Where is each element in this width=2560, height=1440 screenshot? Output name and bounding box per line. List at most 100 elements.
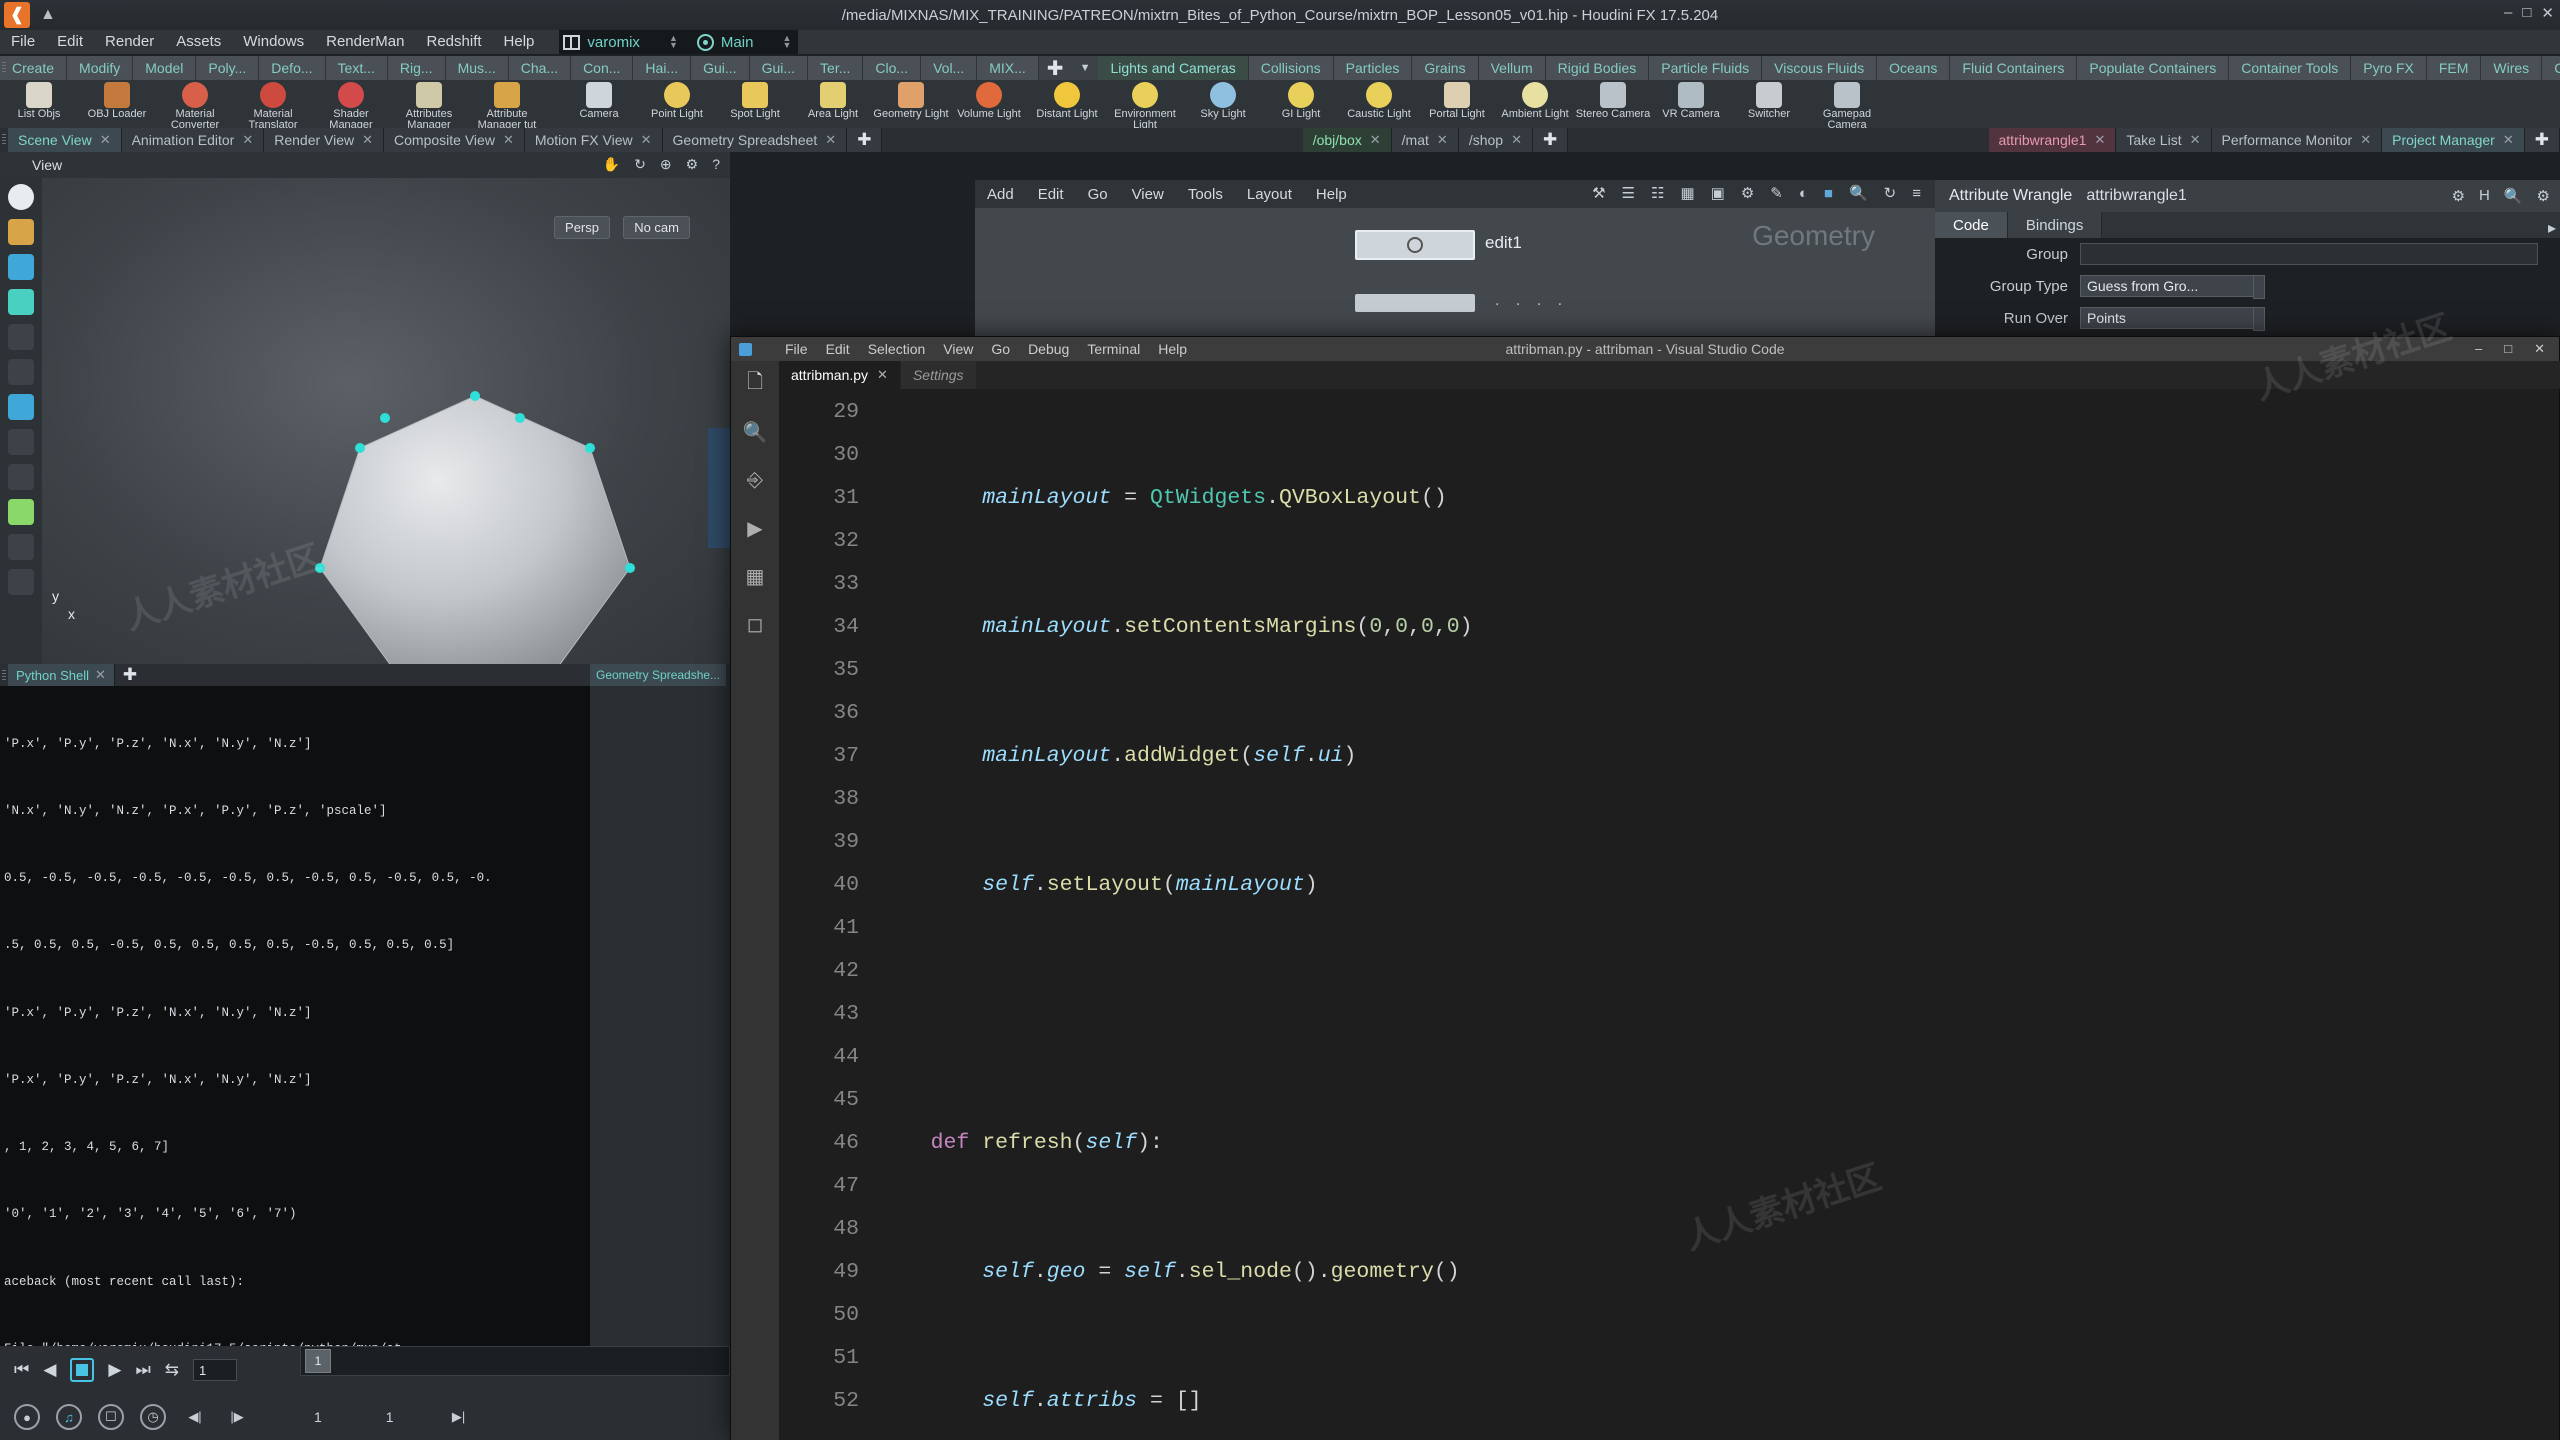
help-icon[interactable]: H <box>2479 187 2490 205</box>
settings-icon[interactable]: ⚙ <box>686 156 699 173</box>
handles-tool-icon[interactable] <box>8 499 34 525</box>
pointer-tool-icon[interactable] <box>8 359 34 385</box>
vscode-editor-content[interactable]: mainLayout = QtWidgets.QVBoxLayout() mai… <box>869 389 2511 1440</box>
shelf-tool-3[interactable]: Material Translator <box>234 80 312 128</box>
geometry-spreadsheet-tab[interactable]: Geometry Spreadshe... <box>590 664 727 686</box>
vscode-menu-debug[interactable]: Debug <box>1019 337 1078 361</box>
network-menu-go[interactable]: Go <box>1076 186 1120 203</box>
minimize-button[interactable]: – <box>2504 4 2512 22</box>
vscode-menu-view[interactable]: View <box>934 337 982 361</box>
shelf-tool-22[interactable]: Switcher <box>1730 80 1808 120</box>
stop-button[interactable] <box>70 1358 95 1382</box>
viewport-right-strip[interactable] <box>708 428 730 548</box>
vscode-menu-edit[interactable]: Edit <box>817 337 859 361</box>
lock-icon[interactable]: ⚙ <box>2537 187 2550 205</box>
shelf-tool-18[interactable]: Portal Light <box>1418 80 1496 120</box>
files-icon[interactable]: 🗋 <box>742 371 768 397</box>
end-marker-icon[interactable]: ▶| <box>446 1404 472 1430</box>
vscode-menu-help[interactable]: Help <box>1149 337 1196 361</box>
network-menu-edit[interactable]: Edit <box>1026 186 1076 203</box>
shelf-tab-modify[interactable]: Modify <box>67 56 134 80</box>
vscode-window[interactable]: File Edit Selection View Go Debug Termin… <box>730 336 2560 1440</box>
close-icon[interactable]: ✕ <box>503 132 514 148</box>
shelf-tab-deform[interactable]: Defo... <box>259 56 326 80</box>
shelf-tool-8[interactable]: Point Light <box>638 80 716 120</box>
close-icon[interactable]: ✕ <box>362 132 373 148</box>
close-icon[interactable]: ✕ <box>2094 132 2105 148</box>
maximize-button[interactable]: □ <box>2522 4 2531 22</box>
shelf-tab-model[interactable]: Model <box>133 56 197 80</box>
loop-icon[interactable]: ⇆ <box>165 1360 179 1380</box>
hand-icon[interactable]: ✋ <box>603 156 620 173</box>
close-icon[interactable]: ✕ <box>1370 132 1381 148</box>
vscode-menu-file[interactable]: File <box>776 337 817 361</box>
vscode-minimize-button[interactable]: – <box>2475 341 2482 357</box>
go-to-start-button[interactable]: ⏮ <box>14 1360 29 1380</box>
vscode-close-button[interactable]: ✕ <box>2534 341 2545 357</box>
shelf-tab-guide2[interactable]: Gui... <box>749 56 809 80</box>
shelf-tab-viscous-fluids[interactable]: Viscous Fluids <box>1762 56 1878 80</box>
current-frame-field[interactable]: 1 <box>193 1359 238 1381</box>
shelf-tool-17[interactable]: Caustic Light <box>1340 80 1418 120</box>
pane-tab-motion-fx-view[interactable]: Motion FX View ✕ <box>524 128 663 152</box>
wrench-icon[interactable]: ⚒ <box>1592 184 1605 202</box>
shelf-tab-populate-containers[interactable]: Populate Containers <box>2077 56 2230 80</box>
shelf-tool-20[interactable]: Stereo Camera <box>1574 80 1652 120</box>
shelf-tab-lights-and-cameras[interactable]: Lights and Cameras <box>1098 56 1249 80</box>
shelf-tool-12[interactable]: Volume Light <box>950 80 1028 120</box>
note-icon[interactable]: ✎ <box>1770 184 1783 202</box>
remote-icon[interactable]: ◻ <box>742 611 768 637</box>
play-button[interactable]: ▶ <box>108 1360 121 1380</box>
extensions-icon[interactable]: ▦ <box>742 563 768 589</box>
shelf-tab-muscles[interactable]: Mus... <box>445 56 509 80</box>
viewport-persp-button[interactable]: Persp <box>554 216 610 239</box>
close-button[interactable]: ✕ <box>2541 4 2554 22</box>
shelf-tab-guide1[interactable]: Gui... <box>691 56 750 80</box>
auto-key-icon[interactable]: ● <box>14 1404 40 1430</box>
pane-tab-add-center[interactable]: ✚ <box>1532 128 1569 152</box>
audio-icon[interactable]: ♫ <box>56 1404 82 1430</box>
pane-tab-add-right[interactable]: ✚ <box>2524 128 2560 152</box>
shelf-tab-crowds[interactable]: Crowds <box>2542 56 2560 80</box>
vscode-menu-terminal[interactable]: Terminal <box>1078 337 1149 361</box>
viewport-spinner-icon[interactable]: ▲ ▼ <box>781 34 792 50</box>
scale-tool-icon[interactable] <box>8 289 34 315</box>
shelf-tab-pyro-fx[interactable]: Pyro FX <box>2351 56 2427 80</box>
shelf-tool-14[interactable]: Environment Light <box>1106 80 1184 128</box>
parameter-tab-code[interactable]: Code <box>1935 212 2008 238</box>
menu-help[interactable]: Help <box>493 30 546 54</box>
refresh-icon[interactable]: ↻ <box>1884 184 1897 202</box>
snapshot-icon[interactable]: ☐ <box>98 1404 124 1430</box>
network-node-edit1[interactable] <box>1355 230 1475 260</box>
shelf-tool-9[interactable]: Spot Light <box>716 80 794 120</box>
cube-icon[interactable]: ▣ <box>1711 184 1725 202</box>
parameter-expand-icon[interactable]: ▸ <box>2548 218 2556 238</box>
shelf-menu-caret-icon[interactable]: ▼ <box>1072 56 1099 80</box>
vscode-minimap[interactable] <box>2509 389 2559 1440</box>
group-type-dropdown[interactable]: Guess from Gro... <box>2080 275 2265 299</box>
desktop-spinner-icon[interactable]: ▲ ▼ <box>668 34 679 50</box>
console-grip[interactable] <box>0 664 8 686</box>
pane-tab-project-manager[interactable]: Project Manager ✕ <box>2382 128 2525 152</box>
color-icon[interactable]: ■ <box>1824 185 1833 202</box>
snapping-tool-icon[interactable] <box>8 569 34 595</box>
key-prev-icon[interactable]: ◀| <box>182 1404 208 1430</box>
chevron-up-icon[interactable]: ▲ <box>40 6 56 24</box>
shelf-tab-cloth[interactable]: Clo... <box>863 56 922 80</box>
scene-viewport[interactable]: View ✋ ↻ ⊕ ⚙ ? Persp No cam y x <box>0 152 730 664</box>
menu-edit[interactable]: Edit <box>46 30 94 54</box>
pane-tab-scene-view[interactable]: Scene View ✕ <box>8 128 122 152</box>
rotate-icon[interactable]: ↻ <box>634 156 646 173</box>
shelf-tab-particle-fluids[interactable]: Particle Fluids <box>1649 56 1763 80</box>
shelf-tab-characters[interactable]: Cha... <box>508 56 572 80</box>
shelf-tool-0[interactable]: List Objs <box>0 80 78 120</box>
shelf-tab-terrain[interactable]: Ter... <box>808 56 864 80</box>
pane-tab-attribwrangle1[interactable]: attribwrangle1 ✕ <box>1988 128 2117 152</box>
parameter-tab-bindings[interactable]: Bindings <box>2007 212 2103 238</box>
shelf-tab-poly[interactable]: Poly... <box>196 56 260 80</box>
range-end-value[interactable]: 1 <box>386 1409 394 1425</box>
step-back-button[interactable]: ◀ <box>43 1360 56 1380</box>
shelf-tab-volume[interactable]: Vol... <box>921 56 978 80</box>
shelf-tool-19[interactable]: Ambient Light <box>1496 80 1574 120</box>
shelf-tool-23[interactable]: Gamepad Camera <box>1808 80 1886 128</box>
